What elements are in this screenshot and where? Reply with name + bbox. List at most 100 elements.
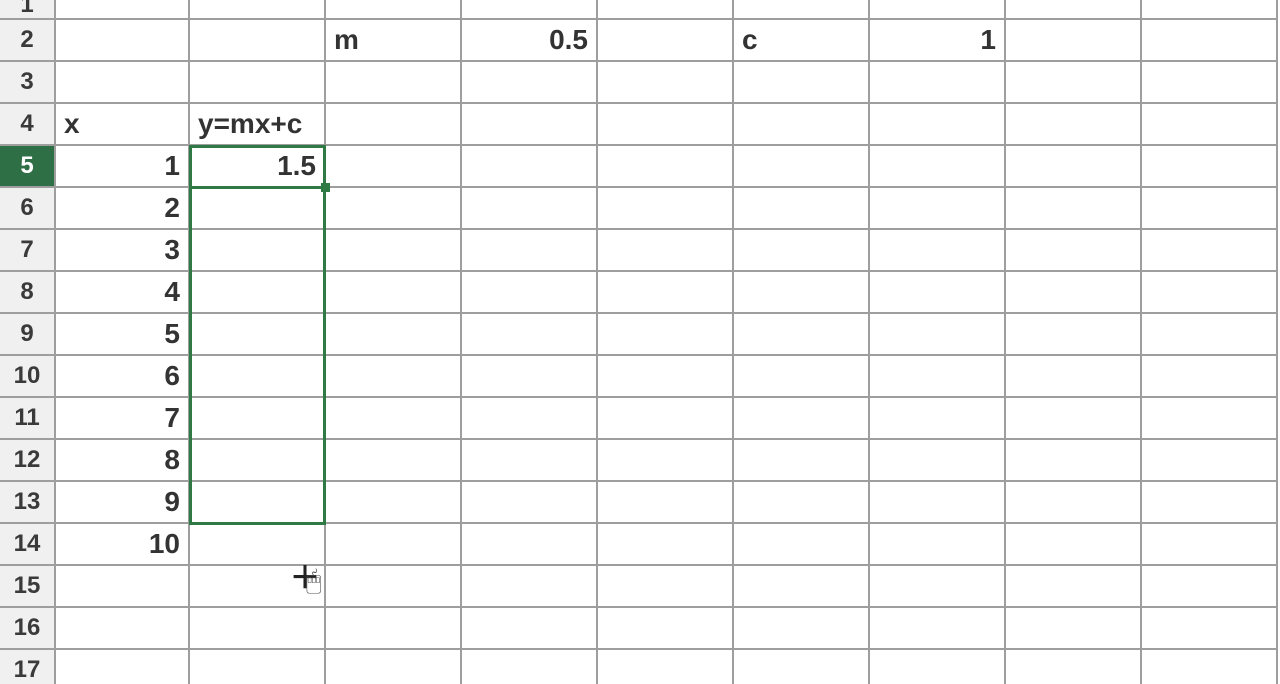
cell-C17[interactable]: [326, 650, 462, 684]
cell-I15[interactable]: [1142, 566, 1278, 608]
cell-A6[interactable]: 2: [56, 188, 190, 230]
cell-H13[interactable]: [1006, 482, 1142, 524]
cell-I7[interactable]: [1142, 230, 1278, 272]
cell-B7[interactable]: [190, 230, 326, 272]
cell-I1[interactable]: [1142, 0, 1278, 20]
cell-B14[interactable]: [190, 524, 326, 566]
cell-B17[interactable]: [190, 650, 326, 684]
cell-C16[interactable]: [326, 608, 462, 650]
cell-C13[interactable]: [326, 482, 462, 524]
cell-D14[interactable]: [462, 524, 598, 566]
row-header-7[interactable]: 7: [0, 230, 56, 272]
cell-F11[interactable]: [734, 398, 870, 440]
cell-H3[interactable]: [1006, 62, 1142, 104]
cell-I8[interactable]: [1142, 272, 1278, 314]
cell-G3[interactable]: [870, 62, 1006, 104]
cell-H15[interactable]: [1006, 566, 1142, 608]
cell-C6[interactable]: [326, 188, 462, 230]
cell-I14[interactable]: [1142, 524, 1278, 566]
cell-E9[interactable]: [598, 314, 734, 356]
cell-H5[interactable]: [1006, 146, 1142, 188]
cell-A15[interactable]: [56, 566, 190, 608]
row-header-4[interactable]: 4: [0, 104, 56, 146]
row-header-9[interactable]: 9: [0, 314, 56, 356]
cell-H11[interactable]: [1006, 398, 1142, 440]
cell-C15[interactable]: [326, 566, 462, 608]
cell-F14[interactable]: [734, 524, 870, 566]
cell-F15[interactable]: [734, 566, 870, 608]
row-header-5[interactable]: 5: [0, 146, 56, 188]
cell-E11[interactable]: [598, 398, 734, 440]
cell-D12[interactable]: [462, 440, 598, 482]
cell-F13[interactable]: [734, 482, 870, 524]
cell-F3[interactable]: [734, 62, 870, 104]
cell-C1[interactable]: [326, 0, 462, 20]
cell-D16[interactable]: [462, 608, 598, 650]
row-header-6[interactable]: 6: [0, 188, 56, 230]
cell-G8[interactable]: [870, 272, 1006, 314]
cell-D9[interactable]: [462, 314, 598, 356]
cell-D11[interactable]: [462, 398, 598, 440]
cell-C12[interactable]: [326, 440, 462, 482]
cell-F6[interactable]: [734, 188, 870, 230]
cell-I3[interactable]: [1142, 62, 1278, 104]
cell-G2[interactable]: 1: [870, 20, 1006, 62]
row-header-8[interactable]: 8: [0, 272, 56, 314]
cell-E10[interactable]: [598, 356, 734, 398]
cell-G4[interactable]: [870, 104, 1006, 146]
cell-C3[interactable]: [326, 62, 462, 104]
cell-H16[interactable]: [1006, 608, 1142, 650]
row-header-12[interactable]: 12: [0, 440, 56, 482]
cell-I5[interactable]: [1142, 146, 1278, 188]
cell-B11[interactable]: [190, 398, 326, 440]
cell-C4[interactable]: [326, 104, 462, 146]
cell-D3[interactable]: [462, 62, 598, 104]
cell-D5[interactable]: [462, 146, 598, 188]
cell-A16[interactable]: [56, 608, 190, 650]
cell-A1[interactable]: [56, 0, 190, 20]
cell-E6[interactable]: [598, 188, 734, 230]
cell-B5[interactable]: 1.5: [190, 146, 326, 188]
cell-C14[interactable]: [326, 524, 462, 566]
cell-G14[interactable]: [870, 524, 1006, 566]
cell-B8[interactable]: [190, 272, 326, 314]
cell-G1[interactable]: [870, 0, 1006, 20]
cell-F9[interactable]: [734, 314, 870, 356]
cell-F12[interactable]: [734, 440, 870, 482]
cell-G10[interactable]: [870, 356, 1006, 398]
cell-H12[interactable]: [1006, 440, 1142, 482]
cell-D8[interactable]: [462, 272, 598, 314]
cell-F16[interactable]: [734, 608, 870, 650]
cell-I10[interactable]: [1142, 356, 1278, 398]
cell-A10[interactable]: 6: [56, 356, 190, 398]
cell-F7[interactable]: [734, 230, 870, 272]
cell-B1[interactable]: [190, 0, 326, 20]
row-header-10[interactable]: 10: [0, 356, 56, 398]
cell-A4[interactable]: x: [56, 104, 190, 146]
cell-G11[interactable]: [870, 398, 1006, 440]
cell-D7[interactable]: [462, 230, 598, 272]
cell-B3[interactable]: [190, 62, 326, 104]
cell-B10[interactable]: [190, 356, 326, 398]
cell-I16[interactable]: [1142, 608, 1278, 650]
cell-C10[interactable]: [326, 356, 462, 398]
cell-I17[interactable]: [1142, 650, 1278, 684]
cell-A13[interactable]: 9: [56, 482, 190, 524]
cell-B13[interactable]: [190, 482, 326, 524]
row-header-17[interactable]: 17: [0, 650, 56, 684]
cell-A14[interactable]: 10: [56, 524, 190, 566]
cell-F17[interactable]: [734, 650, 870, 684]
cell-B4[interactable]: y=mx+c: [190, 104, 326, 146]
cell-E16[interactable]: [598, 608, 734, 650]
cell-B9[interactable]: [190, 314, 326, 356]
cell-D10[interactable]: [462, 356, 598, 398]
cell-A5[interactable]: 1: [56, 146, 190, 188]
cell-F10[interactable]: [734, 356, 870, 398]
cell-A2[interactable]: [56, 20, 190, 62]
cell-I12[interactable]: [1142, 440, 1278, 482]
cell-E4[interactable]: [598, 104, 734, 146]
cell-H14[interactable]: [1006, 524, 1142, 566]
cell-G17[interactable]: [870, 650, 1006, 684]
row-header-13[interactable]: 13: [0, 482, 56, 524]
cell-D17[interactable]: [462, 650, 598, 684]
